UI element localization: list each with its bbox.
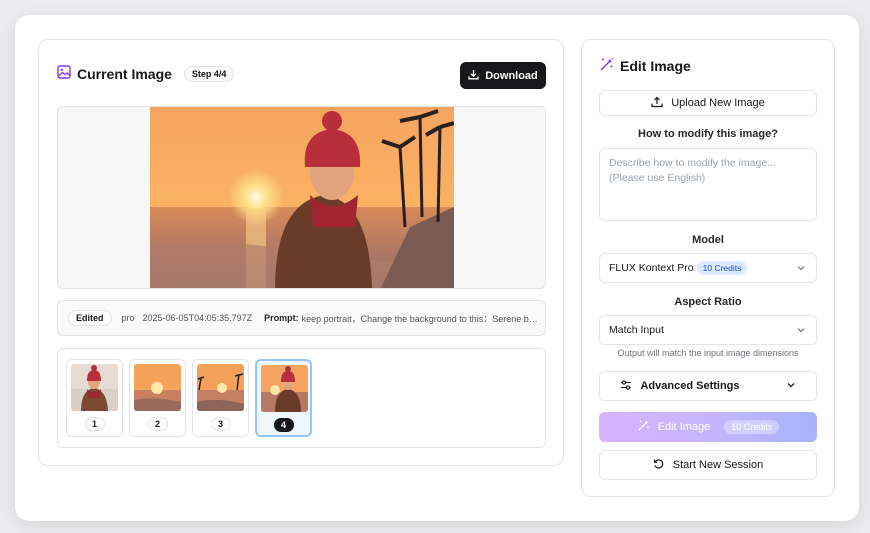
edited-badge: Edited [68,310,112,326]
magic-wand-icon [599,57,614,75]
upload-label: Upload New Image [671,97,765,109]
upload-icon [651,96,663,111]
history-thumbnails: 1 2 3 4 [57,348,546,448]
refresh-icon [653,458,665,473]
download-icon [468,69,479,83]
model-credits-badge: 10 Credits [696,261,748,275]
thumbnail-number: 3 [210,417,231,431]
aspect-ratio-note: Output will match the input image dimens… [617,348,799,358]
thumbnail-1[interactable]: 1 [66,359,123,437]
advanced-settings-toggle[interactable]: Advanced Settings [599,371,817,401]
thumbnail-2[interactable]: 2 [129,359,186,437]
chevron-down-icon [786,380,796,393]
image-icon [57,64,71,84]
thumbnail-number: 4 [273,418,294,432]
thumbnail-3[interactable]: 3 [192,359,249,437]
edit-header: Edit Image [599,56,691,76]
magic-wand-icon [637,419,650,435]
upload-new-image-button[interactable]: Upload New Image [599,90,817,116]
download-label: Download [485,69,538,82]
image-meta-bar: Edited pro 2025-06-05T04:05:35.797Z Prom… [57,300,546,336]
edit-credits-badge: 10 Credits [724,420,780,434]
thumbnail-image [71,364,118,411]
chevron-down-icon [796,263,806,276]
download-button[interactable]: Download [460,62,546,89]
model-select[interactable]: FLUX Kontext Pro 10 Credits [599,253,817,283]
aspect-ratio-value: Match Input [609,324,664,336]
thumbnail-image [134,364,181,411]
advanced-settings-label: Advanced Settings [640,380,740,392]
sliders-icon [620,379,632,394]
meta-prompt-label: Prompt: [264,313,299,323]
model-label: Model [692,234,724,246]
meta-prompt-text: keep portrait，Change the background to t… [301,313,538,324]
step-badge: Step 4/4 [183,66,235,82]
start-new-session-button[interactable]: Start New Session [599,450,817,480]
meta-timestamp: 2025-06-05T04:05:35.797Z [142,313,253,323]
current-image-header: Current Image Step 4/4 [57,62,235,86]
thumbnail-number: 1 [84,417,105,431]
start-new-session-label: Start New Session [672,459,764,471]
edit-panel-title: Edit Image [620,58,691,74]
panel-title: Current Image [77,66,172,82]
image-preview-area [57,106,546,289]
model-value: FLUX Kontext Pro [609,262,694,274]
thumbnail-image [197,364,244,411]
thumbnail-4[interactable]: 4 [255,359,312,437]
chevron-down-icon [796,325,806,338]
aspect-ratio-select[interactable]: Match Input [599,315,817,345]
edit-image-button[interactable]: Edit Image 10 Credits [599,412,817,442]
edit-image-label: Edit Image [657,421,711,433]
thumbnail-image [261,365,308,412]
aspect-ratio-label: Aspect Ratio [674,296,742,308]
meta-model: pro [121,313,135,323]
modify-prompt-input[interactable] [599,148,817,221]
current-image [150,107,454,288]
modify-label: How to modify this image? [638,128,778,140]
thumbnail-number: 2 [147,417,168,431]
